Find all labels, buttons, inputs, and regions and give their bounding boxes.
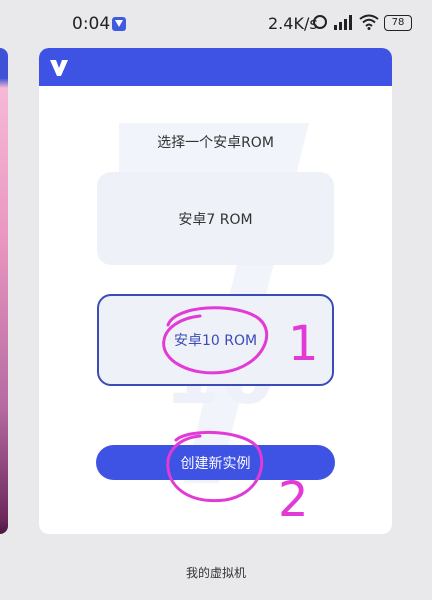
wifi-icon xyxy=(359,14,379,34)
status-bar: 0:04 2.4K/s 78 xyxy=(0,0,432,48)
app-notification-icon xyxy=(112,17,126,31)
network-speed: 2.4K/s xyxy=(268,14,318,33)
rom-option-android7[interactable]: 安卓7 ROM xyxy=(97,172,334,265)
dialog-title: 选择一个安卓ROM xyxy=(157,135,274,151)
rom-option-label: 安卓7 ROM xyxy=(178,211,253,228)
app-logo-icon xyxy=(50,60,68,76)
rom-select-card: 10 选择一个安卓ROM 安卓7 ROM 安卓10 ROM 创建新实例 xyxy=(39,48,392,534)
rom-option-android10[interactable]: 安卓10 ROM xyxy=(97,294,334,386)
create-instance-button[interactable]: 创建新实例 xyxy=(96,445,335,480)
card-header xyxy=(39,48,392,86)
status-time: 0:04 xyxy=(72,14,111,34)
my-vms-label[interactable]: 我的虚拟机 xyxy=(0,564,432,581)
rom-option-label: 安卓10 ROM xyxy=(173,333,258,349)
signal-icon xyxy=(334,15,354,30)
battery-icon: 78 xyxy=(384,15,412,31)
previous-card-peek[interactable] xyxy=(0,48,8,534)
alarm-icon xyxy=(313,15,327,29)
